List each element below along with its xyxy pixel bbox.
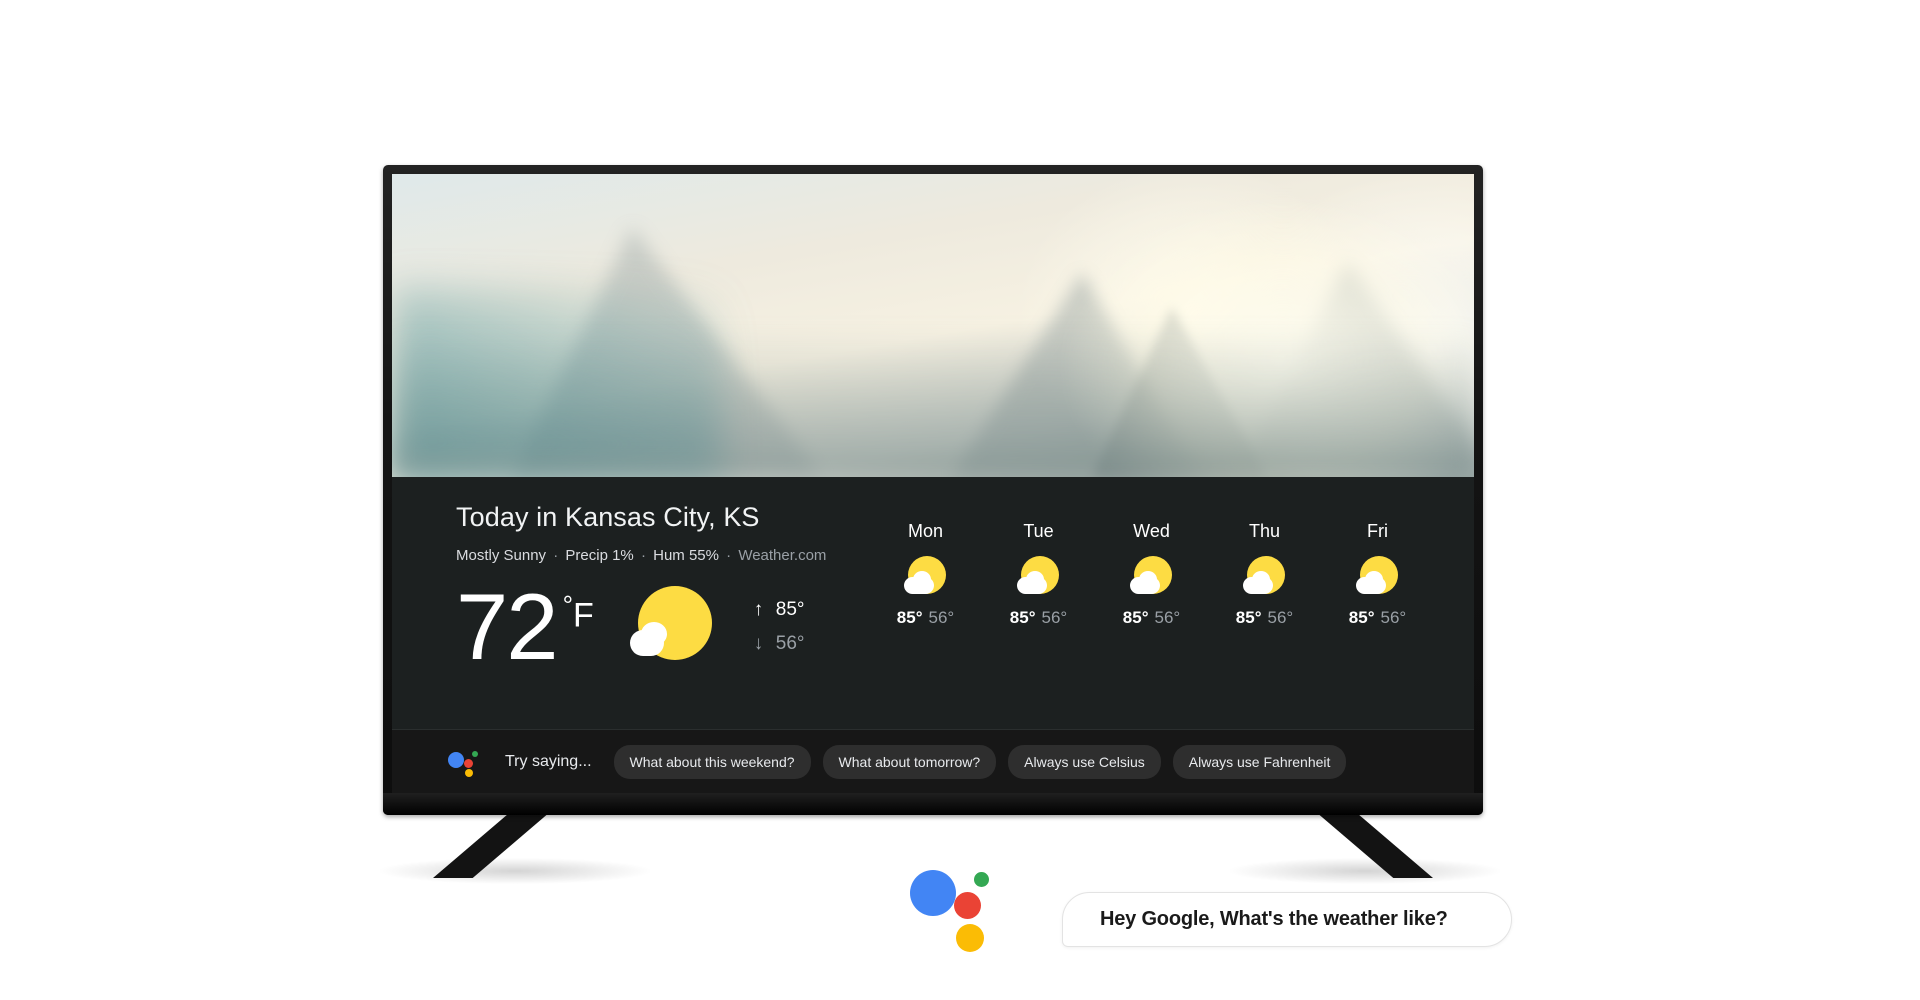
cloud-base	[629, 630, 664, 656]
weather-humidity: Hum 55%	[653, 547, 719, 564]
weather-hero-photo	[392, 174, 1474, 477]
partly-sunny-icon	[629, 586, 712, 668]
five-day-forecast: Mon 85° 56° Tue 85° 56° Wed 85° 56° Thu …	[869, 521, 1434, 628]
forecast-temps: 85° 56°	[1208, 608, 1321, 628]
try-saying-label: Try saying...	[505, 753, 592, 770]
forecast-day-name: Mon	[907, 521, 943, 541]
forecast-temps: 85° 56°	[869, 608, 982, 628]
tv-right-leg-shadow	[1230, 858, 1500, 884]
suggestion-bar: Try saying... What about this weekend? W…	[392, 729, 1474, 794]
forecast-high: 85°	[1009, 608, 1036, 627]
google-assistant-icon	[910, 866, 989, 952]
forecast-high: 85°	[1235, 608, 1262, 627]
forecast-day[interactable]: Mon 85° 56°	[869, 521, 982, 628]
forecast-temps: 85° 56°	[1321, 608, 1434, 628]
forecast-low: 56°	[1380, 608, 1407, 627]
tv-screen: Today in Kansas City, KS Mostly Sunny · …	[392, 174, 1474, 794]
tv-brand-logo: Smart Tech	[898, 800, 969, 812]
separator-dot: ·	[640, 547, 646, 564]
forecast-day[interactable]: Fri 85° 56°	[1321, 521, 1434, 628]
television: Smart Tech Today in Kansas City, KS Most…	[383, 165, 1483, 815]
tv-brand-part1: Smart	[897, 800, 931, 812]
suggestion-chips: What about this weekend? What about tomo…	[613, 745, 1347, 779]
forecast-day[interactable]: Tue 85° 56°	[982, 521, 1095, 628]
partly-sunny-icon	[1129, 556, 1174, 596]
suggestion-chip[interactable]: Always use Fahrenheit	[1172, 745, 1347, 779]
temperature-unit: °F	[563, 590, 594, 635]
forecast-high: 85°	[896, 608, 923, 627]
separator-dot: ·	[726, 547, 732, 564]
separator-dot: ·	[553, 547, 559, 564]
forecast-low: 56°	[1154, 608, 1181, 627]
forecast-temps: 85° 56°	[1095, 608, 1208, 628]
down-arrow-icon: ↓	[753, 633, 764, 654]
partly-sunny-icon	[1016, 556, 1061, 596]
diamond-logo-icon	[931, 800, 942, 812]
voice-prompt-text: Hey Google, What's the weather like?	[1100, 908, 1448, 930]
forecast-temps: 85° 56°	[982, 608, 1095, 628]
forecast-high: 85°	[1348, 608, 1375, 627]
mist-overlay	[392, 327, 1474, 477]
forecast-day-name: Thu	[1248, 521, 1281, 541]
suggestion-chip[interactable]: What about tomorrow?	[822, 745, 997, 779]
forecast-day-name: Wed	[1133, 521, 1170, 541]
forecast-day[interactable]: Thu 85° 56°	[1208, 521, 1321, 628]
current-temperature: 72	[456, 574, 559, 679]
forecast-low: 56°	[928, 608, 955, 627]
forecast-day[interactable]: Wed 85° 56°	[1095, 521, 1208, 628]
forecast-high: 85°	[1122, 608, 1149, 627]
weather-source: Weather.com	[738, 547, 827, 564]
voice-prompt-bubble: Hey Google, What's the weather like?	[1062, 892, 1512, 947]
unit-letter: F	[572, 596, 594, 635]
high-temperature: 85°	[775, 599, 805, 620]
low-temperature: 56°	[775, 633, 805, 654]
tv-bezel: Smart Tech Today in Kansas City, KS Most…	[383, 165, 1483, 815]
hand-holding-remote: · · · ⏻ 🔇 ▶ ❚❚ ■ ● ◀◀ |◀◀ ▶▶| ▶▶ 1 2 3	[1530, 280, 1920, 1000]
partly-sunny-icon	[1355, 556, 1400, 596]
degree-symbol: °	[562, 590, 573, 620]
page-root: Smart Tech Today in Kansas City, KS Most…	[0, 0, 1920, 1000]
forecast-low: 56°	[1267, 608, 1294, 627]
high-low-block: ↑ 85° ↓ 56°	[754, 593, 805, 661]
high-temperature-row: ↑ 85°	[754, 593, 805, 627]
tv-brand-part2: Tech	[943, 800, 969, 812]
forecast-day-name: Fri	[1367, 521, 1388, 541]
forecast-low: 56°	[1041, 608, 1068, 627]
google-assistant-icon	[448, 747, 478, 777]
tv-left-leg-shadow	[380, 858, 650, 884]
forecast-day-name: Tue	[1023, 521, 1054, 541]
partly-sunny-icon	[903, 556, 948, 596]
weather-condition: Mostly Sunny	[456, 547, 547, 564]
weather-precip: Precip 1%	[565, 547, 634, 564]
weather-panel: Today in Kansas City, KS Mostly Sunny · …	[392, 477, 1474, 729]
low-temperature-row: ↓ 56°	[754, 627, 805, 661]
partly-sunny-icon	[1242, 556, 1287, 596]
suggestion-chip[interactable]: Always use Celsius	[1008, 745, 1161, 779]
suggestion-chip[interactable]: What about this weekend?	[613, 745, 811, 779]
up-arrow-icon: ↑	[753, 599, 764, 620]
